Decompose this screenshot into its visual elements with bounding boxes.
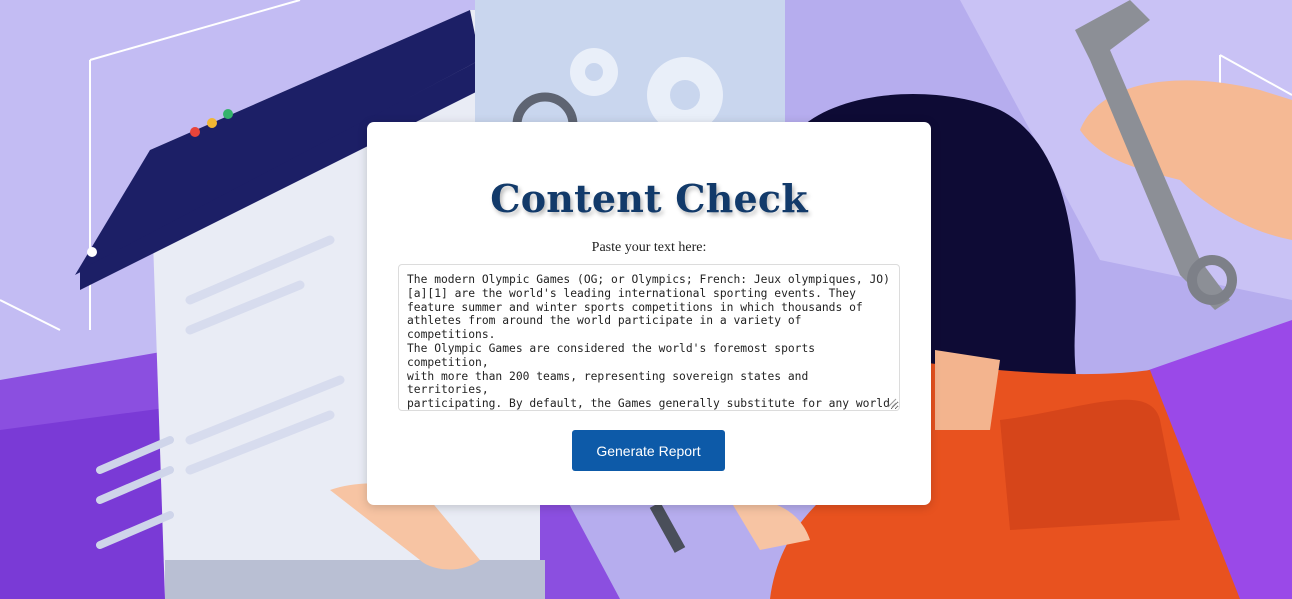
text-input[interactable]: The modern Olympic Games (OG; or Olympic… xyxy=(398,264,900,411)
content-check-card: Content Check Paste your text here: The … xyxy=(367,122,931,505)
resize-grip-icon[interactable] xyxy=(885,396,897,408)
generate-report-button[interactable]: Generate Report xyxy=(572,430,725,471)
page-title: Content Check xyxy=(490,176,808,221)
text-input-label: Paste your text here: xyxy=(591,240,707,255)
